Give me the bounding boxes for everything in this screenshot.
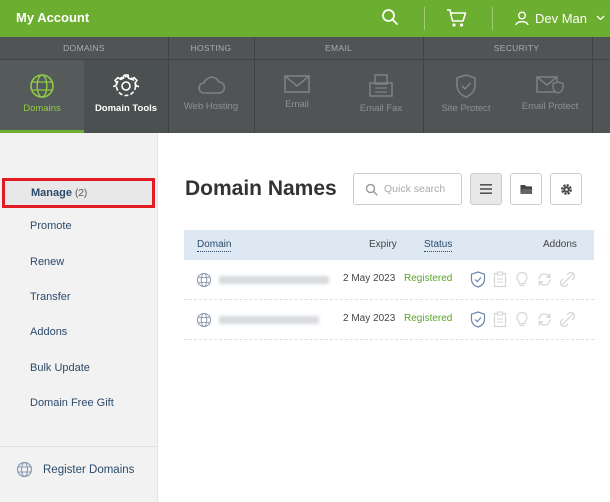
folder-icon	[520, 184, 532, 194]
folder-button[interactable]	[510, 173, 542, 205]
category-hosting: HOSTING	[190, 43, 232, 53]
refresh-icon[interactable]	[536, 311, 553, 328]
search-icon[interactable]	[381, 8, 399, 26]
status-label: Registered	[404, 313, 453, 324]
search-box[interactable]	[353, 173, 462, 205]
tile-domains[interactable]: Domains	[0, 60, 84, 133]
mail-shield-icon	[536, 76, 564, 94]
page-title: Domain Names	[185, 177, 337, 200]
manage-count: (2)	[75, 188, 88, 199]
category-security: SECURITY	[493, 43, 540, 53]
list-icon	[480, 184, 492, 194]
globe-icon	[196, 312, 212, 328]
user-name: Dev Man	[535, 10, 588, 26]
register-domains-link[interactable]: Register Domains	[16, 461, 134, 478]
category-email: EMAIL	[324, 43, 352, 53]
column-domain[interactable]: Domain	[197, 239, 232, 252]
tile-label: Email	[285, 99, 309, 110]
fax-icon	[369, 74, 393, 97]
user-menu[interactable]: Dev Man	[515, 9, 605, 27]
sidebar-item-manage[interactable]: Manage (2)	[2, 178, 155, 208]
tile-web-hosting[interactable]: Web Hosting	[169, 60, 253, 133]
tile-site-protect[interactable]: Site Protect	[424, 60, 508, 133]
tile-label: Email Protect	[521, 101, 579, 112]
globe-icon	[196, 272, 212, 288]
sidebar: Manage (2) Promote Renew Transfer Addons…	[0, 133, 158, 502]
no-link-icon[interactable]	[559, 271, 576, 288]
tile-label: Domains	[23, 103, 61, 114]
globe-icon	[30, 74, 54, 98]
tile-email[interactable]: Email	[255, 60, 339, 133]
gear-icon	[113, 74, 139, 97]
lightbulb-icon[interactable]	[514, 311, 530, 328]
refresh-icon[interactable]	[536, 271, 553, 288]
gear-icon	[560, 183, 572, 195]
table-header: Domain Expiry Status Addons	[184, 230, 594, 260]
tile-domain-tools[interactable]: Domain Tools	[84, 60, 168, 133]
sidebar-item-promote[interactable]: Promote	[30, 220, 72, 232]
sidebar-item-addons[interactable]: Addons	[30, 326, 67, 338]
list-view-button[interactable]	[470, 173, 502, 205]
shield-icon	[456, 74, 476, 98]
column-status[interactable]: Status	[424, 239, 453, 252]
domain-name-redacted[interactable]	[219, 276, 329, 284]
table-row[interactable]: 2 May 2023 Registered	[184, 300, 594, 340]
user-icon	[515, 11, 529, 25]
shield-check-icon[interactable]	[470, 271, 486, 288]
addon-icons	[470, 311, 576, 328]
table-row[interactable]: 2 May 2023 Registered	[184, 260, 594, 300]
cart-icon[interactable]	[446, 8, 468, 28]
no-link-icon[interactable]	[559, 311, 576, 328]
settings-button[interactable]	[550, 173, 582, 205]
sidebar-item-renew[interactable]: Renew	[30, 256, 64, 268]
register-domains-label: Register Domains	[43, 463, 135, 476]
shield-check-icon[interactable]	[470, 311, 486, 328]
divider	[592, 37, 593, 133]
column-expiry: Expiry	[369, 239, 397, 250]
sidebar-item-label: Manage	[31, 187, 72, 199]
divider	[492, 7, 493, 30]
tile-email-protect[interactable]: Email Protect	[508, 60, 592, 133]
top-bar: My Account Dev Man	[0, 0, 610, 37]
sidebar-item-bulk-update[interactable]: Bulk Update	[30, 362, 90, 374]
sidebar-item-domain-free-gift[interactable]: Domain Free Gift	[30, 397, 114, 409]
chevron-down-icon	[596, 15, 605, 21]
product-nav: DOMAINS HOSTING EMAIL SECURITY Domains D…	[0, 37, 610, 133]
tile-label: Email Fax	[359, 103, 403, 114]
lightbulb-icon[interactable]	[514, 271, 530, 288]
cloud-icon	[198, 76, 226, 94]
clipboard-icon[interactable]	[492, 311, 508, 328]
search-icon	[365, 183, 378, 196]
tile-label: Web Hosting	[183, 101, 239, 112]
category-domains: DOMAINS	[63, 43, 105, 53]
app-title[interactable]: My Account	[16, 10, 89, 25]
domain-name-redacted[interactable]	[219, 316, 319, 324]
globe-icon	[16, 461, 33, 478]
clipboard-icon[interactable]	[492, 271, 508, 288]
tile-label: Site Protect	[441, 103, 491, 114]
status-label: Registered	[404, 273, 453, 284]
expiry-date: 2 May 2023	[343, 313, 396, 324]
divider	[424, 7, 425, 30]
envelope-icon	[284, 75, 310, 93]
expiry-date: 2 May 2023	[343, 273, 396, 284]
addon-icons	[470, 271, 576, 288]
tile-label: Domain Tools	[94, 103, 158, 114]
tile-email-fax[interactable]: Email Fax	[339, 60, 423, 133]
sidebar-item-transfer[interactable]: Transfer	[30, 291, 71, 303]
column-addons: Addons	[543, 239, 577, 250]
search-input[interactable]	[384, 181, 459, 197]
sidebar-footer: Register Domains	[0, 446, 158, 502]
